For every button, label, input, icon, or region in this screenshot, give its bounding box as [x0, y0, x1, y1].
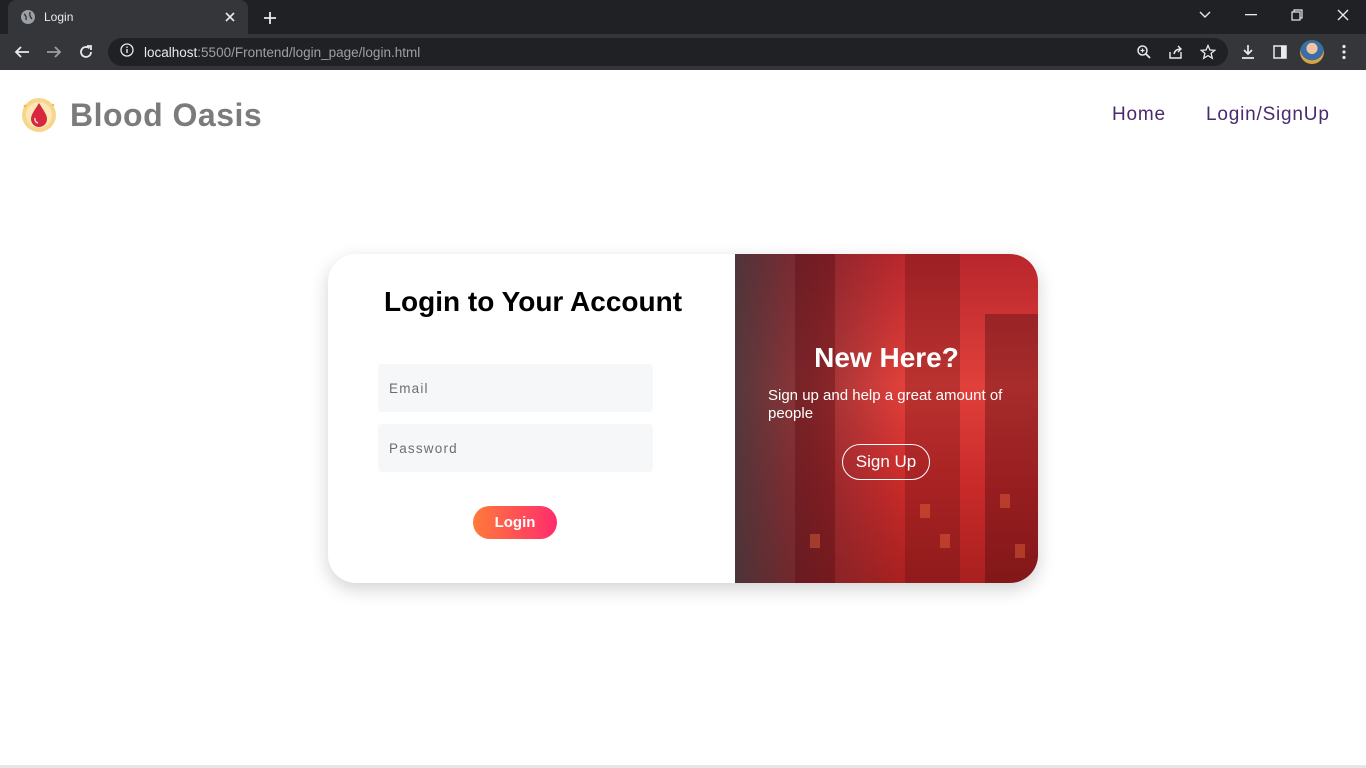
nav-link-login-signup[interactable]: Login/SignUp	[1206, 104, 1330, 126]
login-button[interactable]: Login	[473, 506, 557, 539]
download-icon[interactable]	[1236, 40, 1260, 64]
email-field[interactable]	[378, 364, 653, 412]
site-navbar: Blood Oasis Home Login/SignUp	[0, 70, 1366, 160]
forward-arrow-icon[interactable]	[42, 40, 66, 64]
background-window	[1015, 544, 1025, 558]
background-window	[810, 534, 820, 548]
background-window	[920, 504, 930, 518]
minimize-icon[interactable]	[1228, 0, 1274, 30]
bookmark-star-icon[interactable]	[1196, 40, 1220, 64]
reload-icon[interactable]	[74, 40, 98, 64]
more-menu-icon[interactable]	[1332, 40, 1356, 64]
side-panel-icon[interactable]	[1268, 40, 1292, 64]
url-host: localhost	[144, 44, 198, 60]
signup-subtitle: Sign up and help a great amount of peopl…	[768, 387, 1003, 422]
browser-toolbar: localhost:5500/Frontend/login_page/login…	[0, 34, 1366, 70]
nav-link-home[interactable]: Home	[1112, 104, 1166, 126]
close-window-icon[interactable]	[1320, 0, 1366, 30]
browser-tab-strip: Login	[0, 0, 1366, 34]
background-window	[1000, 494, 1010, 508]
zoom-icon[interactable]	[1132, 40, 1156, 64]
brand[interactable]: Blood Oasis	[20, 96, 262, 134]
globe-icon	[20, 9, 36, 25]
browser-tab[interactable]: Login	[8, 0, 248, 34]
back-arrow-icon[interactable]	[10, 40, 34, 64]
tab-title: Login	[44, 10, 74, 24]
signup-button[interactable]: Sign Up	[842, 444, 930, 480]
login-title: Login to Your Account	[383, 286, 683, 317]
signup-panel: New Here? Sign up and help a great amoun…	[735, 254, 1038, 583]
address-bar[interactable]: localhost:5500/Frontend/login_page/login…	[108, 38, 1228, 66]
new-tab-button[interactable]	[258, 6, 282, 30]
password-field[interactable]	[378, 424, 653, 472]
close-tab-icon[interactable]	[222, 9, 238, 25]
restore-icon[interactable]	[1274, 0, 1320, 30]
url-path: :5500/Frontend/login_page/login.html	[197, 44, 421, 60]
background-window	[940, 534, 950, 548]
tab-search-icon[interactable]	[1182, 0, 1228, 30]
share-icon[interactable]	[1164, 40, 1188, 64]
brand-name: Blood Oasis	[70, 96, 263, 133]
login-card: Login to Your Account Login New Here? Si…	[328, 254, 1038, 583]
site-info-icon[interactable]	[120, 42, 134, 62]
login-form-panel: Login to Your Account Login	[328, 254, 735, 583]
profile-avatar[interactable]	[1300, 40, 1324, 64]
blood-drop-logo-icon	[20, 96, 58, 134]
new-here-title: New Here?	[814, 342, 959, 373]
